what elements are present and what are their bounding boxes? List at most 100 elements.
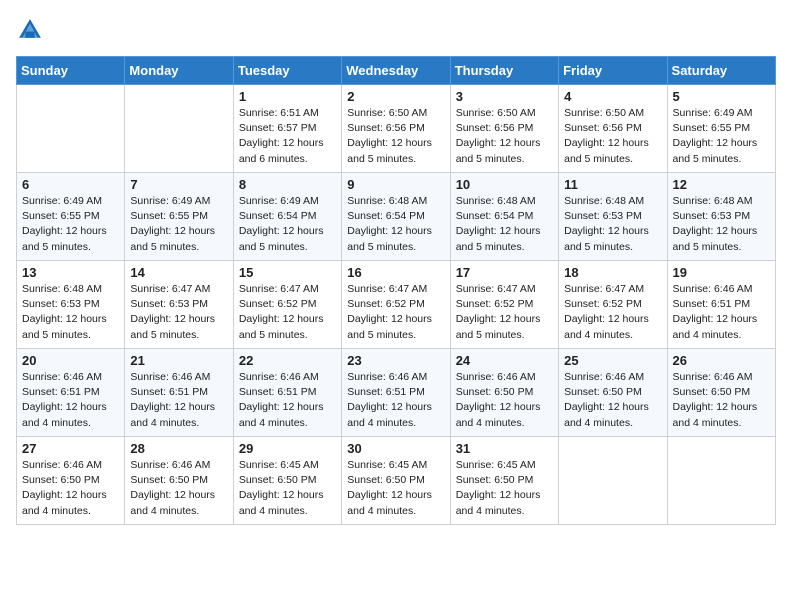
calendar-cell: 12Sunrise: 6:48 AM Sunset: 6:53 PM Dayli… [667,173,775,261]
day-info: Sunrise: 6:45 AM Sunset: 6:50 PM Dayligh… [456,458,553,519]
day-number: 3 [456,89,553,104]
day-number: 24 [456,353,553,368]
day-number: 22 [239,353,336,368]
day-info: Sunrise: 6:49 AM Sunset: 6:54 PM Dayligh… [239,194,336,255]
day-info: Sunrise: 6:46 AM Sunset: 6:51 PM Dayligh… [239,370,336,431]
day-info: Sunrise: 6:49 AM Sunset: 6:55 PM Dayligh… [130,194,227,255]
calendar-cell: 28 Sunrise: 6:46 AM Sunset: 6:50 PM Dayli… [125,437,233,525]
day-number: 13 [22,265,119,280]
calendar-cell: 27 Sunrise: 6:46 AM Sunset: 6:50 PM Dayli… [17,437,125,525]
calendar-cell: 15 Sunrise: 6:47 AM Sunset: 6:52 PM Dayli… [233,261,341,349]
day-number: 1 [239,89,336,104]
calendar-cell: 2 Sunrise: 6:50 AM Sunset: 6:56 PM Daylig… [342,85,450,173]
day-info: Sunrise: 6:46 AM Sunset: 6:50 PM Dayligh… [564,370,661,431]
day-info: Sunrise: 6:46 AM Sunset: 6:50 PM Dayligh… [130,458,227,519]
day-info: Sunrise: 6:48 AM Sunset: 6:54 PM Dayligh… [347,194,444,255]
calendar-cell: 23Sunrise: 6:46 AM Sunset: 6:51 PM Dayli… [342,349,450,437]
calendar-cell: 31Sunrise: 6:45 AM Sunset: 6:50 PM Dayli… [450,437,558,525]
calendar-cell: 26 Sunrise: 6:46 AM Sunset: 6:50 PM Dayli… [667,349,775,437]
day-number: 10 [456,177,553,192]
day-number: 26 [673,353,770,368]
day-info: Sunrise: 6:50 AM Sunset: 6:56 PM Dayligh… [456,106,553,167]
page-header [16,16,776,44]
calendar-table: SundayMondayTuesdayWednesdayThursdayFrid… [16,56,776,525]
day-number: 8 [239,177,336,192]
week-row-3: 13 Sunrise: 6:48 AM Sunset: 6:53 PM Dayli… [17,261,776,349]
calendar-cell: 18 Sunrise: 6:47 AM Sunset: 6:52 PM Dayli… [559,261,667,349]
calendar-cell [125,85,233,173]
day-header-sunday: Sunday [17,57,125,85]
day-number: 5 [673,89,770,104]
logo [16,16,48,44]
day-number: 14 [130,265,227,280]
day-number: 12 [673,177,770,192]
calendar-cell [17,85,125,173]
day-info: Sunrise: 6:46 AM Sunset: 6:50 PM Dayligh… [456,370,553,431]
day-info: Sunrise: 6:47 AM Sunset: 6:52 PM Dayligh… [347,282,444,343]
calendar-cell: 11Sunrise: 6:48 AM Sunset: 6:53 PM Dayli… [559,173,667,261]
day-header-friday: Friday [559,57,667,85]
day-info: Sunrise: 6:48 AM Sunset: 6:53 PM Dayligh… [22,282,119,343]
calendar-cell: 16 Sunrise: 6:47 AM Sunset: 6:52 PM Dayli… [342,261,450,349]
calendar-cell: 19 Sunrise: 6:46 AM Sunset: 6:51 PM Dayli… [667,261,775,349]
day-number: 9 [347,177,444,192]
day-header-tuesday: Tuesday [233,57,341,85]
calendar-cell: 22 Sunrise: 6:46 AM Sunset: 6:51 PM Dayli… [233,349,341,437]
day-info: Sunrise: 6:47 AM Sunset: 6:52 PM Dayligh… [564,282,661,343]
day-number: 6 [22,177,119,192]
day-number: 15 [239,265,336,280]
day-info: Sunrise: 6:45 AM Sunset: 6:50 PM Dayligh… [239,458,336,519]
day-number: 4 [564,89,661,104]
day-info: Sunrise: 6:46 AM Sunset: 6:51 PM Dayligh… [673,282,770,343]
day-info: Sunrise: 6:46 AM Sunset: 6:50 PM Dayligh… [22,458,119,519]
day-info: Sunrise: 6:46 AM Sunset: 6:51 PM Dayligh… [22,370,119,431]
day-number: 20 [22,353,119,368]
calendar-cell [559,437,667,525]
day-number: 7 [130,177,227,192]
day-number: 21 [130,353,227,368]
day-header-saturday: Saturday [667,57,775,85]
day-number: 30 [347,441,444,456]
calendar-cell: 29 Sunrise: 6:45 AM Sunset: 6:50 PM Dayli… [233,437,341,525]
day-info: Sunrise: 6:49 AM Sunset: 6:55 PM Dayligh… [22,194,119,255]
day-number: 16 [347,265,444,280]
day-number: 19 [673,265,770,280]
logo-icon [16,16,44,44]
day-info: Sunrise: 6:47 AM Sunset: 6:52 PM Dayligh… [456,282,553,343]
week-row-2: 6 Sunrise: 6:49 AM Sunset: 6:55 PM Daylig… [17,173,776,261]
day-number: 29 [239,441,336,456]
day-info: Sunrise: 6:47 AM Sunset: 6:52 PM Dayligh… [239,282,336,343]
day-number: 25 [564,353,661,368]
day-number: 2 [347,89,444,104]
day-info: Sunrise: 6:48 AM Sunset: 6:54 PM Dayligh… [456,194,553,255]
day-header-monday: Monday [125,57,233,85]
day-number: 28 [130,441,227,456]
calendar-cell: 30 Sunrise: 6:45 AM Sunset: 6:50 PM Dayli… [342,437,450,525]
calendar-cell: 10 Sunrise: 6:48 AM Sunset: 6:54 PM Dayli… [450,173,558,261]
calendar-cell: 4 Sunrise: 6:50 AM Sunset: 6:56 PM Daylig… [559,85,667,173]
day-info: Sunrise: 6:50 AM Sunset: 6:56 PM Dayligh… [347,106,444,167]
calendar-cell: 9 Sunrise: 6:48 AM Sunset: 6:54 PM Daylig… [342,173,450,261]
day-info: Sunrise: 6:51 AM Sunset: 6:57 PM Dayligh… [239,106,336,167]
day-number: 18 [564,265,661,280]
calendar-cell [667,437,775,525]
week-row-4: 20 Sunrise: 6:46 AM Sunset: 6:51 PM Dayli… [17,349,776,437]
day-info: Sunrise: 6:46 AM Sunset: 6:50 PM Dayligh… [673,370,770,431]
week-row-1: 1 Sunrise: 6:51 AM Sunset: 6:57 PM Daylig… [17,85,776,173]
calendar-cell: 25 Sunrise: 6:46 AM Sunset: 6:50 PM Dayli… [559,349,667,437]
calendar-cell: 7 Sunrise: 6:49 AM Sunset: 6:55 PM Daylig… [125,173,233,261]
day-info: Sunrise: 6:49 AM Sunset: 6:55 PM Dayligh… [673,106,770,167]
day-info: Sunrise: 6:45 AM Sunset: 6:50 PM Dayligh… [347,458,444,519]
calendar-cell: 14Sunrise: 6:47 AM Sunset: 6:53 PM Dayli… [125,261,233,349]
day-info: Sunrise: 6:50 AM Sunset: 6:56 PM Dayligh… [564,106,661,167]
calendar-cell: 24 Sunrise: 6:46 AM Sunset: 6:50 PM Dayli… [450,349,558,437]
calendar-cell: 8 Sunrise: 6:49 AM Sunset: 6:54 PM Daylig… [233,173,341,261]
calendar-cell: 6 Sunrise: 6:49 AM Sunset: 6:55 PM Daylig… [17,173,125,261]
day-header-wednesday: Wednesday [342,57,450,85]
day-number: 11 [564,177,661,192]
day-number: 17 [456,265,553,280]
day-number: 27 [22,441,119,456]
calendar-cell: 5 Sunrise: 6:49 AM Sunset: 6:55 PM Daylig… [667,85,775,173]
calendar-cell: 3 Sunrise: 6:50 AM Sunset: 6:56 PM Daylig… [450,85,558,173]
day-number: 23 [347,353,444,368]
